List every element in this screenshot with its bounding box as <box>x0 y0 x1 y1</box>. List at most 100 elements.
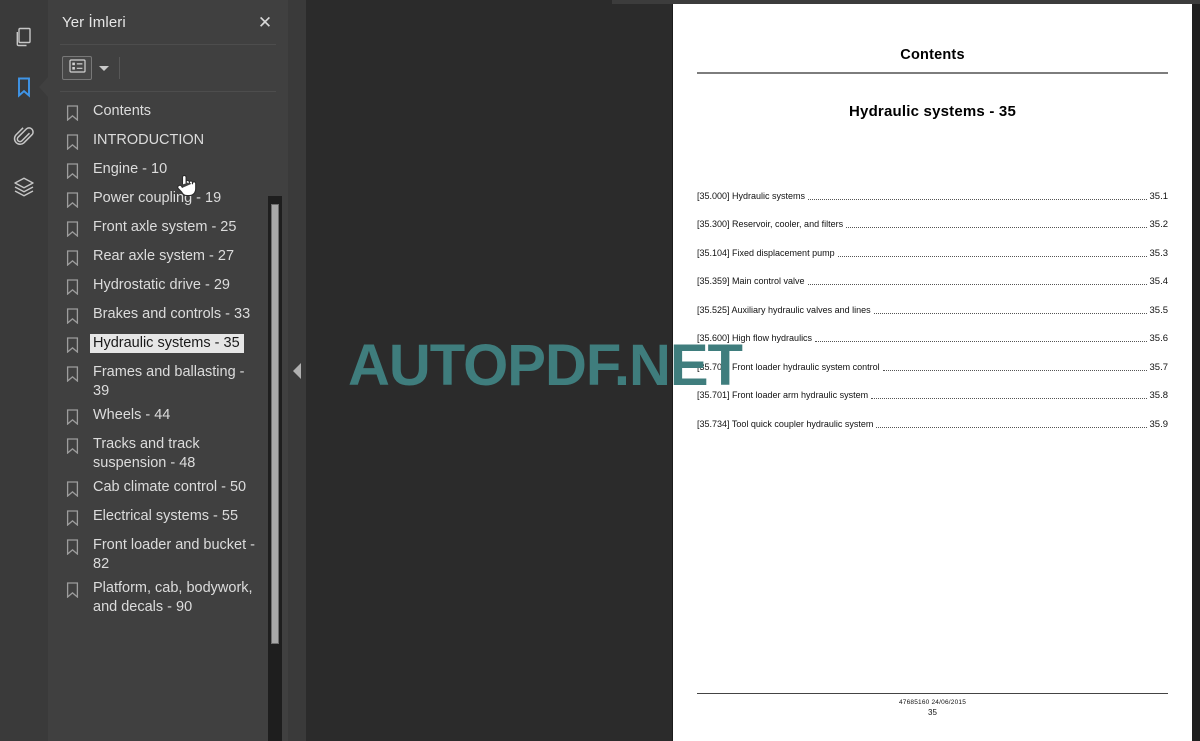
toc-entry-page: 35.5 <box>1149 304 1169 316</box>
close-panel-button[interactable]: ✕ <box>252 9 278 35</box>
bookmark-item-label: Front loader and bucket - 82 <box>93 537 256 572</box>
bookmark-item[interactable]: Tracks and track suspension - 48 <box>66 433 266 476</box>
bookmark-item-label: Hydraulic systems - 35 <box>90 334 244 353</box>
chevron-down-icon[interactable] <box>99 65 109 71</box>
bookmark-item-label: Electrical systems - 55 <box>93 508 239 524</box>
bookmark-icon <box>66 507 88 531</box>
bookmarks-list: Contents INTRODUCTION Engine - 10 Power cou… <box>48 100 288 620</box>
bookmark-icon <box>66 478 88 502</box>
bookmark-item[interactable]: Frames and ballasting - 39 <box>66 361 266 404</box>
bookmark-item[interactable]: Cab climate control - 50 <box>66 476 266 505</box>
sidebar-item-thumbnails[interactable] <box>0 12 48 62</box>
toc-leader-dots <box>876 421 1147 428</box>
thumbnails-icon <box>12 25 36 49</box>
bookmarks-toolbar <box>48 45 288 91</box>
toc-row[interactable]: [35.359] Main control valve 35.4 <box>697 259 1169 287</box>
toc-leader-dots <box>873 307 1147 314</box>
toc-leader-dots <box>808 193 1147 200</box>
bookmark-item-label: Engine - 10 <box>93 161 168 177</box>
bookmark-item[interactable]: Hydrostatic drive - 29 <box>66 274 266 303</box>
list-options-icon <box>68 58 86 78</box>
footer-doc-id: 47685160 24/06/2015 <box>898 699 967 706</box>
bookmark-icon <box>66 363 88 387</box>
toolbar-separator <box>119 57 120 79</box>
toc-entry-page: 35.3 <box>1149 247 1169 259</box>
page-title: Contents <box>900 47 965 63</box>
attachment-icon <box>12 125 36 149</box>
bookmark-item[interactable]: Front axle system - 25 <box>66 216 266 245</box>
page-footer: 47685160 24/06/2015 35 <box>697 693 1168 717</box>
toc-entry-label: [35.104] Fixed displacement pump <box>697 247 835 258</box>
toc-row[interactable]: [35.104] Fixed displacement pump 35.3 <box>697 230 1168 259</box>
viewer-right-edge <box>1192 0 1200 741</box>
bookmark-item-label: Power coupling - 19 <box>93 190 222 206</box>
bookmark-icon <box>66 189 88 213</box>
bookmark-icon <box>12 75 36 99</box>
toc-row[interactable]: [35.734] Tool quick coupler hydraulic sy… <box>697 401 1168 430</box>
toc-entry-label: [35.600] High flow hydraulics <box>697 333 813 343</box>
bookmarks-panel-header: Yer İmleri ✕ <box>48 0 288 44</box>
bookmark-item-label: Frames and ballasting - 39 <box>93 364 245 399</box>
bookmark-icon <box>66 160 88 184</box>
pdf-viewer[interactable]: Contents Hydraulic systems - 35 [35.000]… <box>306 0 1200 741</box>
bookmarks-scrollbar-thumb[interactable] <box>271 204 279 644</box>
bookmark-item[interactable]: Rear axle system - 27 <box>66 245 266 274</box>
bookmarks-scrollbar-track[interactable] <box>268 196 282 741</box>
bookmark-item-label: Wheels - 44 <box>93 407 171 423</box>
sidebar-item-attachments[interactable] <box>0 112 48 162</box>
bookmark-icon <box>66 406 88 430</box>
bookmark-icon <box>66 131 88 155</box>
pdf-page: Contents Hydraulic systems - 35 [35.000]… <box>673 0 1192 741</box>
toc-leader-dots <box>882 364 1147 371</box>
bookmark-item[interactable]: Wheels - 44 <box>66 404 266 433</box>
toc-entry-page: 35.2 <box>1149 219 1169 230</box>
toc-leader-dots <box>837 250 1147 257</box>
footer-rule <box>697 693 1168 694</box>
bookmark-icon <box>66 536 88 560</box>
toc-entry-label: [35.000] Hydraulic systems <box>697 190 806 201</box>
toc-leader-dots <box>846 221 1147 228</box>
toc-row[interactable]: [35.000] Hydraulic systems 35.1 <box>697 173 1168 202</box>
toc-entry-label: [35.359] Main control valve <box>697 276 805 286</box>
toc-row[interactable]: [35.600] High flow hydraulics 35.6 <box>697 316 1168 344</box>
bookmark-item-label: Front axle system - 25 <box>93 219 237 235</box>
toc-row[interactable]: [35.701] Front loader arm hydraulic syst… <box>697 373 1169 401</box>
bookmark-item[interactable]: Hydraulic systems - 35 <box>66 332 266 361</box>
page-subtitle: Hydraulic systems - 35 <box>849 103 1016 120</box>
bookmark-item[interactable]: Brakes and controls - 33 <box>66 303 266 332</box>
sidebar-item-layers[interactable] <box>0 162 48 212</box>
toc-entry-page: 35.8 <box>1149 390 1169 401</box>
bookmark-item[interactable]: Front loader and bucket - 82 <box>66 534 266 577</box>
toc-entry-page: 35.1 <box>1149 190 1169 202</box>
bookmark-item[interactable]: Power coupling - 19 <box>66 187 266 216</box>
bookmark-item[interactable]: INTRODUCTION <box>66 129 266 158</box>
layers-icon <box>12 175 36 199</box>
bookmark-options-button[interactable] <box>62 56 92 80</box>
toc-row[interactable]: [35.525] Auxiliary hydraulic valves and … <box>697 287 1168 316</box>
toc-row[interactable]: [35.701] Front loader hydraulic system c… <box>697 344 1168 373</box>
viewer-top-edge <box>612 0 1200 4</box>
bookmark-item-label: Cab climate control - 50 <box>93 479 247 495</box>
bookmark-item[interactable]: Platform, cab, bodywork, and decals - 90 <box>66 577 266 620</box>
bookmark-item[interactable]: Electrical systems - 55 <box>66 505 266 534</box>
toc-entry-page: 35.7 <box>1149 361 1169 373</box>
bookmark-item-label: Rear axle system - 27 <box>93 248 235 264</box>
bookmark-item[interactable]: Engine - 10 <box>66 158 266 187</box>
toc-entry-label: [35.701] Front loader hydraulic system c… <box>697 361 880 372</box>
panel-title: Yer İmleri <box>62 13 126 31</box>
bookmark-icon <box>66 334 88 358</box>
chevron-left-icon <box>293 362 301 379</box>
toc-entry-label: [35.701] Front loader arm hydraulic syst… <box>697 390 869 400</box>
toc-entry-label: [35.525] Auxiliary hydraulic valves and … <box>697 304 871 315</box>
toc-entry-label: [35.300] Reservoir, cooler, and filters <box>697 219 844 229</box>
toc-leader-dots <box>807 278 1147 285</box>
bookmark-item[interactable]: Contents <box>66 100 266 129</box>
sidebar-item-bookmarks[interactable] <box>0 62 48 112</box>
panel-collapse-handle[interactable] <box>288 0 306 741</box>
bookmarks-panel: Yer İmleri ✕ Contents INTRODUCTION Engin… <box>48 0 288 741</box>
toc-leader-dots <box>815 335 1147 342</box>
toc-row[interactable]: [35.300] Reservoir, cooler, and filters 3… <box>697 202 1169 230</box>
toc-entry-page: 35.4 <box>1149 276 1169 287</box>
toc-entry-page: 35.9 <box>1149 418 1169 430</box>
bookmark-item-label: INTRODUCTION <box>93 132 205 148</box>
